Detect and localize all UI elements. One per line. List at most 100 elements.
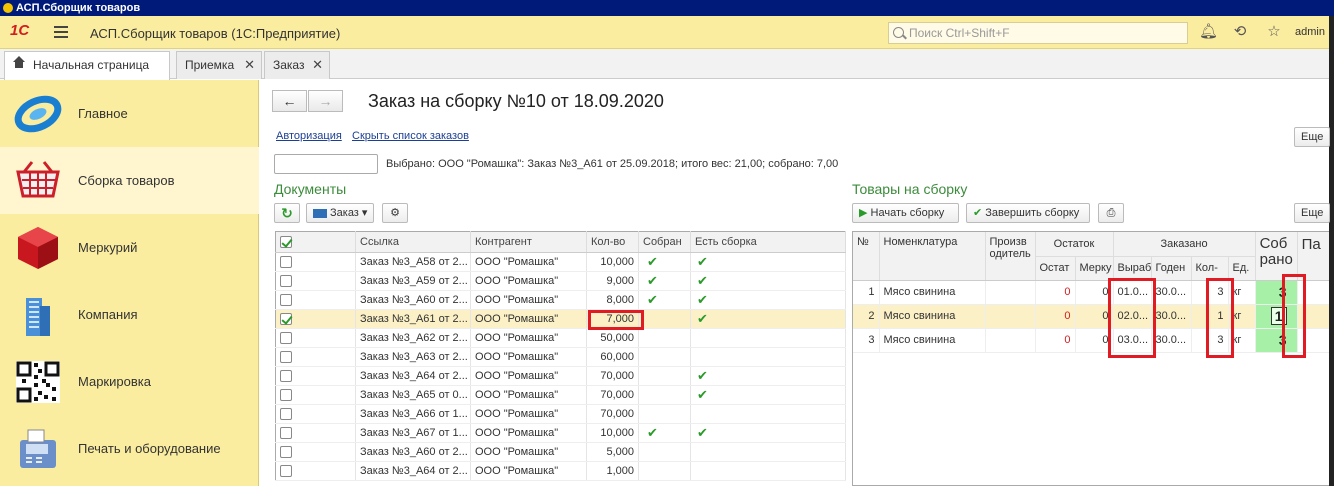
menu-icon[interactable] [54, 26, 68, 38]
sidebar: Главное Сборка товаров Меркурий Компания [0, 80, 259, 486]
close-icon[interactable]: ✕ [312, 52, 323, 78]
check-icon: ✔ [647, 425, 658, 440]
column-header-collected[interactable]: Собран [638, 231, 691, 253]
table-row[interactable]: Заказ №3_А64 от 2... ООО "Ромашка" 70,000 ✔ [275, 366, 846, 386]
select-all-checkbox[interactable] [280, 236, 292, 249]
table-row[interactable]: Заказ №3_А60 от 2... ООО "Ромашка" 8,000 ✔ ✔ [275, 290, 846, 310]
row-checkbox[interactable] [280, 294, 292, 307]
table-row[interactable]: 3 Мясо свинина 0 0 03.0... 30.0... 3 кг 3 [853, 328, 1329, 353]
star-icon[interactable]: ☆ [1266, 24, 1282, 40]
table-row[interactable]: Заказ №3_А62 от 2... ООО "Ромашка" 50,000 [275, 328, 846, 348]
more-button-top[interactable]: Еще [1294, 127, 1330, 147]
row-checkbox[interactable] [280, 370, 292, 383]
column-header-made[interactable]: Выраб [1113, 256, 1152, 281]
table-row[interactable]: 2 Мясо свинина 0 0 02.0... 30.0... 1 кг 1 [853, 304, 1329, 329]
tab-home[interactable]: Начальная страница [4, 51, 170, 80]
column-header-ordered[interactable]: Заказано [1113, 232, 1256, 257]
row-checkbox[interactable] [280, 427, 292, 440]
column-header-valid[interactable]: Годен [1151, 256, 1192, 281]
column-header-pa[interactable]: Па [1297, 232, 1329, 281]
column-header-nomen[interactable]: Номенклатура [879, 232, 986, 281]
column-header-stock[interactable]: Остаток [1035, 232, 1114, 257]
row-checkbox[interactable] [280, 389, 292, 402]
sidebar-item-main[interactable]: Главное [0, 80, 259, 147]
row-checkbox[interactable] [280, 332, 292, 345]
print-button[interactable]: ⎙ [1098, 203, 1124, 223]
column-header-n[interactable]: № [853, 232, 880, 281]
table-row[interactable]: Заказ №3_А63 от 2... ООО "Ромашка" 60,000 [275, 347, 846, 367]
row-checkbox[interactable] [280, 408, 292, 421]
sidebar-item-mercury[interactable]: Меркурий [0, 214, 259, 281]
column-header-unit[interactable]: Ед. [1228, 256, 1256, 281]
sidebar-item-label: Маркировка [78, 374, 151, 389]
row-checkbox[interactable] [280, 256, 292, 269]
row-checkbox-cell[interactable] [275, 404, 356, 424]
column-header-stock-rest[interactable]: Остат [1035, 256, 1076, 281]
column-header-party[interactable]: Контрагент [470, 231, 587, 253]
search-input[interactable]: Поиск Ctrl+Shift+F [888, 22, 1188, 44]
history-icon[interactable]: ⟲ [1232, 24, 1248, 40]
row-checkbox-cell[interactable] [275, 366, 356, 386]
row-checkbox[interactable] [280, 465, 292, 478]
table-row[interactable]: Заказ №3_А66 от 1... ООО "Ромашка" 70,000 [275, 404, 846, 424]
table-row[interactable]: Заказ №3_А65 от 0... ООО "Ромашка" 70,000 ✔ [275, 385, 846, 405]
column-header-producer[interactable]: Произв одитель [985, 232, 1036, 281]
row-checkbox-cell[interactable] [275, 423, 356, 443]
row-checkbox-cell[interactable] [275, 309, 356, 329]
settings-button[interactable]: ⚙ [382, 203, 408, 223]
row-checkbox[interactable] [280, 351, 292, 364]
order-dropdown-button[interactable]: Заказ ▾ [306, 203, 374, 223]
finish-assembly-button[interactable]: ✔ Завершить сборку [966, 203, 1090, 223]
table-row[interactable]: Заказ №3_А60 от 2... ООО "Ромашка" 5,000 [275, 442, 846, 462]
close-icon[interactable]: ✕ [244, 52, 255, 78]
filter-input[interactable] [274, 154, 378, 174]
tab-priemka[interactable]: Приемка ✕ [176, 51, 262, 79]
cell-ref: Заказ №3_А59 от 2... [355, 271, 471, 291]
row-checkbox[interactable] [280, 313, 292, 326]
hide-orders-link[interactable]: Скрыть список заказов [352, 130, 469, 142]
column-header-has-assembly[interactable]: Есть сборка [690, 231, 846, 253]
start-assembly-button[interactable]: ▶ Начать сборку [852, 203, 959, 223]
row-checkbox-cell[interactable] [275, 252, 356, 272]
more-button-goods[interactable]: Еще [1294, 203, 1330, 223]
back-button[interactable]: ← [272, 90, 307, 112]
chevron-down-icon: ▾ [361, 207, 368, 219]
cell-has-assembly [690, 461, 846, 481]
row-checkbox-cell[interactable] [275, 347, 356, 367]
table-row[interactable]: Заказ №3_А61 от 2... ООО "Ромашка" 7,000 ✔ [275, 309, 846, 329]
column-header-ref[interactable]: Ссылка [355, 231, 471, 253]
row-checkbox-cell[interactable] [275, 290, 356, 310]
row-checkbox-cell[interactable] [275, 328, 356, 348]
sidebar-item-company[interactable]: Компания [0, 281, 259, 348]
sidebar-item-print[interactable]: Печать и оборудование [0, 415, 259, 482]
forward-button[interactable]: → [308, 90, 343, 112]
cell-party: ООО "Ромашка" [470, 385, 587, 405]
cell-party: ООО "Ромашка" [470, 271, 587, 291]
row-checkbox-cell[interactable] [275, 385, 356, 405]
sidebar-item-assembly[interactable]: Сборка товаров [0, 147, 259, 214]
sidebar-item-marking[interactable]: Маркировка [0, 348, 259, 415]
row-checkbox-cell[interactable] [275, 442, 356, 462]
row-checkbox[interactable] [280, 275, 292, 288]
column-header-qty[interactable]: Кол-во [586, 231, 639, 253]
table-row[interactable]: Заказ №3_А58 от 2... ООО "Ромашка" 10,000 ✔… [275, 252, 846, 272]
documents-title: Документы [274, 181, 347, 197]
user-name[interactable]: admin [1295, 26, 1325, 38]
cell-ref: Заказ №3_А64 от 2... [355, 461, 471, 481]
table-row[interactable]: Заказ №3_А64 от 2... ООО "Ромашка" 1,000 [275, 461, 846, 481]
row-checkbox-cell[interactable] [275, 461, 356, 481]
row-checkbox[interactable] [280, 446, 292, 459]
column-header-stock-merc[interactable]: Мерку [1075, 256, 1114, 281]
table-row[interactable]: Заказ №3_А59 от 2... ООО "Ромашка" 9,000 ✔ ✔ [275, 271, 846, 291]
table-row[interactable]: 1 Мясо свинина 0 0 01.0... 30.0... 3 кг 3 [853, 280, 1329, 305]
table-row[interactable]: Заказ №3_А67 от 1... ООО "Ромашка" 10,000 ✔… [275, 423, 846, 443]
row-checkbox-cell[interactable] [275, 271, 356, 291]
column-header-collected[interactable]: Соб рано [1255, 232, 1298, 281]
column-header-qty[interactable]: Кол- [1191, 256, 1229, 281]
bell-icon[interactable]: 🔔︎ [1199, 24, 1218, 40]
tab-zakaz[interactable]: Заказ ✕ [264, 51, 330, 79]
select-all-checkbox-header[interactable] [275, 231, 356, 253]
refresh-button[interactable]: ↻ [274, 203, 300, 223]
cell-has-assembly: ✔ [690, 366, 846, 386]
auth-link[interactable]: Авторизация [276, 130, 342, 142]
